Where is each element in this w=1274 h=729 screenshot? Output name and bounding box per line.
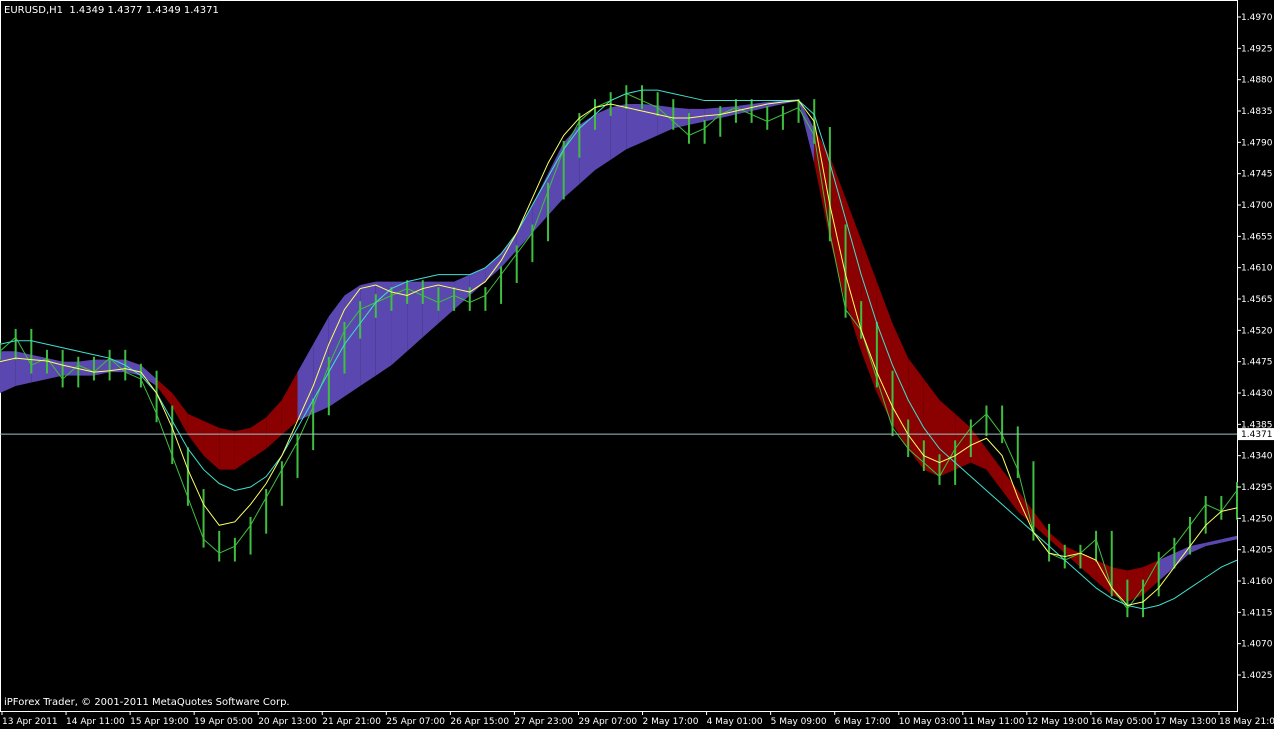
ohlc-values: 1.4349 1.4377 1.4349 1.4371 — [69, 5, 219, 16]
cloud-segment — [1080, 553, 1097, 581]
x-tick-label: 29 Apr 07:00 — [578, 717, 637, 727]
copyright-text: iPForex Trader, © 2001-2011 MetaQuotes S… — [4, 697, 290, 708]
cloud-segment — [469, 267, 486, 296]
cloud-segment — [845, 198, 862, 352]
price-chart[interactable]: 1.4371 1.49701.49251.48801.48351.47901.4… — [0, 0, 1274, 729]
x-tick-label: 20 Apr 13:00 — [258, 717, 317, 727]
y-tick-label: 1.4385 — [1241, 420, 1273, 430]
x-tick-label: 10 May 03:00 — [899, 717, 961, 727]
slow-moving-average — [0, 89, 1238, 610]
cloud-segment — [610, 104, 627, 160]
y-tick-label: 1.4925 — [1241, 44, 1273, 54]
cloud-segment — [78, 359, 94, 376]
y-tick-label: 1.4340 — [1241, 452, 1273, 462]
y-tick-label: 1.4790 — [1241, 138, 1273, 148]
symbol-label: EURUSD,H1 — [4, 5, 64, 16]
y-tick-label: 1.4295 — [1241, 483, 1273, 493]
x-tick-label: 12 May 19:00 — [1027, 717, 1089, 727]
y-tick-label: 1.4970 — [1241, 13, 1273, 23]
price-axis: 1.4970 1.4925 1.4880 1.4835 1.4790 1.4745 1.47… — [1237, 13, 1273, 681]
time-axis: 13 Apr 2011 14 Apr 11:00 15 Apr 19:00 19 Ap… — [1, 711, 1274, 727]
cloud-segment — [360, 281, 376, 387]
cloud-segment — [250, 417, 267, 460]
y-tick-label: 1.4160 — [1241, 577, 1273, 587]
y-tick-label: 1.4520 — [1241, 326, 1273, 336]
y-tick-label: 1.4025 — [1241, 671, 1273, 681]
cloud-segment — [454, 274, 470, 310]
cloud-segment — [829, 156, 846, 303]
cloud-segment — [579, 114, 596, 185]
cloud-segment — [1127, 567, 1144, 602]
x-tick-label: 4 May 01:00 — [707, 717, 763, 727]
cloud-segment — [1190, 542, 1206, 554]
cloud-segment — [172, 393, 188, 435]
cloud-segment — [1221, 535, 1237, 543]
cloud-segment — [93, 359, 110, 376]
cloud-segment — [422, 281, 439, 338]
cloud-segment — [955, 413, 971, 470]
x-tick-label: 14 Apr 11:00 — [66, 717, 125, 727]
cloud-segment — [62, 361, 79, 376]
x-tick-label: 16 May 05:00 — [1091, 717, 1153, 727]
cloud-segment — [1049, 532, 1065, 554]
cloud-segment — [986, 448, 1003, 491]
cloud-segment — [203, 420, 220, 470]
y-tick-label: 1.4835 — [1241, 107, 1273, 117]
y-tick-label: 1.4475 — [1241, 358, 1273, 368]
cloud-segment — [187, 413, 204, 456]
x-tick-label: 18 May 21:00 — [1219, 717, 1274, 727]
y-tick-label: 1.4700 — [1241, 201, 1273, 211]
x-tick-label: 21 Apr 21:00 — [322, 717, 381, 727]
x-tick-label: 11 May 11:00 — [963, 717, 1025, 727]
cloud-segment — [720, 106, 736, 118]
chart-header: EURUSD,H1 1.4349 1.4377 1.4349 1.4371 — [4, 5, 219, 16]
cloud-segment — [1205, 539, 1222, 547]
x-tick-label: 27 Apr 23:00 — [514, 717, 573, 727]
price-line — [0, 93, 1238, 610]
y-tick-label: 1.4610 — [1241, 264, 1273, 274]
cloud-segment — [595, 107, 611, 171]
y-tick-label: 1.4880 — [1241, 76, 1273, 86]
y-tick-label: 1.4745 — [1241, 170, 1273, 180]
x-tick-label: 25 Apr 07:00 — [386, 717, 445, 727]
x-tick-label: 5 May 09:00 — [771, 717, 827, 727]
cloud-segment — [156, 379, 173, 407]
cloud-segment — [751, 101, 768, 111]
cloud-segment — [532, 173, 549, 233]
x-tick-label: 13 Apr 2011 — [2, 717, 58, 727]
y-tick-label: 1.4205 — [1241, 546, 1273, 556]
y-tick-label: 1.4115 — [1241, 608, 1273, 618]
cloud-segment — [0, 351, 16, 393]
current-price-label: 1.4371 — [1241, 430, 1273, 440]
cloud-segment — [641, 104, 658, 143]
x-tick-label: 17 May 13:00 — [1155, 717, 1217, 727]
y-tick-label: 1.4565 — [1241, 295, 1273, 305]
x-tick-label: 2 May 17:00 — [643, 717, 699, 727]
cloud-segment — [297, 344, 314, 421]
y-tick-label: 1.4070 — [1241, 640, 1273, 650]
x-tick-label: 15 Apr 19:00 — [130, 717, 189, 727]
cloud-segment — [328, 295, 345, 407]
fast-moving-average — [0, 100, 1238, 606]
y-tick-label: 1.4655 — [1241, 232, 1273, 242]
ma-cloud — [0, 99, 1237, 602]
x-tick-label: 6 May 17:00 — [835, 717, 891, 727]
y-tick-label: 1.4250 — [1241, 514, 1273, 524]
y-tick-label: 1.4430 — [1241, 389, 1273, 399]
x-tick-label: 26 Apr 15:00 — [450, 717, 509, 727]
cloud-segment — [266, 399, 282, 449]
cloud-segment — [939, 399, 956, 477]
cloud-segment — [15, 351, 32, 387]
x-tick-label: 19 Apr 05:00 — [194, 717, 253, 727]
